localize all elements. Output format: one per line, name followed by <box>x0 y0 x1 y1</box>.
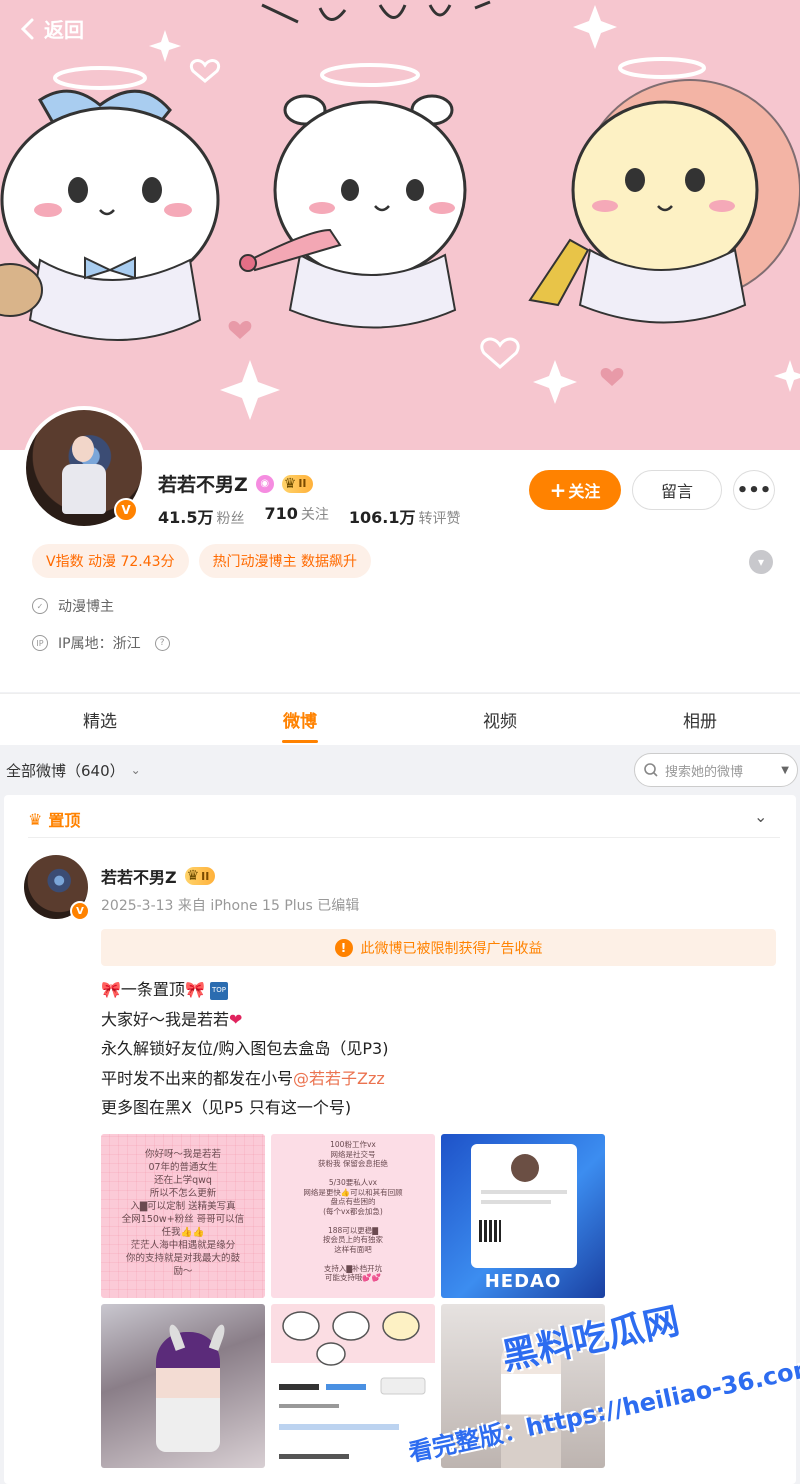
crown-icon: ♛ <box>186 868 200 884</box>
tab-albums[interactable]: 相册 <box>600 694 800 745</box>
image-1-text: 你好呀～我是若若 07年的普通女生 还在上学qwq 所以不怎么更新 入▇可以定制… <box>121 1149 245 1277</box>
category-line: ✓ 动漫博主 <box>32 596 114 616</box>
post-filter-dropdown[interactable]: 全部微博（640） ⌄ <box>6 760 141 781</box>
stat-likes: 106.1万 转评赞 <box>348 508 461 527</box>
vip-badge[interactable]: ♛ II <box>281 474 313 493</box>
profile-name-row: 若若不男Z ◉ ♛ II <box>158 470 313 497</box>
tag-hot-blogger[interactable]: 热门动漫博主 数据飙升 <box>198 544 372 578</box>
post-line-3: 永久解锁好友位/购入图包去盒岛（见P3) <box>101 1039 389 1058</box>
post-line-1: 🎀一条置顶🎀 TOP <box>101 980 228 1000</box>
tab-weibo[interactable]: 微博 <box>200 694 400 745</box>
follow-button[interactable]: + 关注 <box>529 470 621 510</box>
bow-icon: 🎀 <box>101 980 121 999</box>
warning-text: 此微博已被限制获得广告收益 <box>360 940 543 957</box>
tab-featured[interactable]: 精选 <box>0 694 200 745</box>
bow-icon: 🎀 <box>184 980 205 999</box>
profile-name: 若若不男Z <box>158 474 248 496</box>
vip-badge[interactable]: ♛ II <box>184 867 216 885</box>
post-line-5: 更多图在黑X（见P5 只有这一个号) <box>101 1098 352 1117</box>
vip-level: II <box>201 869 210 883</box>
profile-card: V 若若不男Z ◉ ♛ II 41.5万 粉丝 710 关注 106.1万 转评赞 +… <box>0 406 800 692</box>
pinned-label: 置顶 <box>48 811 81 830</box>
post-image-1[interactable]: 你好呀～我是若若 07年的普通女生 还在上学qwq 所以不怎么更新 入▇可以定制… <box>101 1134 265 1298</box>
id-card-graphic <box>471 1144 577 1268</box>
profile-banner: 返回 <box>0 0 800 450</box>
post-image-2[interactable]: 100粉工作vx 网络是社交号 获粉我 保留会息拒绝 5/30要私人vx 网络是… <box>271 1134 435 1298</box>
post-menu-chevron-icon[interactable]: ⌄ <box>754 807 767 826</box>
post-line-4: 平时发不出来的都发在小号@若若子Zzz <box>101 1068 385 1088</box>
caret-down-icon[interactable]: ▼ <box>781 765 789 776</box>
post-text: 🎀一条置顶🎀 TOP 大家好～我是若若❤ 永久解锁好友位/购入图包去盒岛（见P3… <box>101 975 771 1123</box>
warning-icon: ! <box>334 938 353 957</box>
chevron-left-icon <box>20 18 34 39</box>
profile-avatar[interactable]: V <box>22 406 146 530</box>
shield-icon: ✓ <box>32 598 48 614</box>
post-line-2: 大家好～我是若若❤ <box>101 1009 243 1029</box>
help-icon[interactable]: ? <box>154 635 170 651</box>
post-image-4[interactable] <box>101 1304 265 1468</box>
message-label: 留言 <box>660 482 693 501</box>
divider <box>28 837 780 838</box>
back-button[interactable]: 返回 <box>18 14 84 43</box>
ip-location-line: IP IP属地：浙江 ? <box>32 633 170 653</box>
image-2-text: 100粉工作vx 网络是社交号 获粉我 保留会息拒绝 5/30要私人vx 网络是… <box>303 1140 403 1282</box>
post-filter-label: 全部微博（640） <box>6 761 125 780</box>
vip-level: II <box>298 477 307 490</box>
search-icon <box>644 763 658 777</box>
ip-location-text: IP属地：浙江 <box>58 636 141 652</box>
profile-stats: 41.5万 粉丝 710 关注 106.1万 转评赞 <box>158 504 461 528</box>
ad-restriction-notice: ! 此微博已被限制获得广告收益 <box>101 929 776 966</box>
mention-link[interactable]: @若若子Zzz <box>293 1069 385 1088</box>
profile-tabs: 精选 微博 视频 相册 <box>0 693 800 745</box>
banner-illustration <box>0 0 800 450</box>
post-meta: 2025-3-13 来自 iPhone 15 Plus 已编辑 <box>101 898 360 914</box>
category-text: 动漫博主 <box>58 599 114 615</box>
verified-v-icon: V <box>70 901 90 921</box>
back-label: 返回 <box>44 18 84 42</box>
super-topic-icon[interactable]: ◉ <box>255 474 274 493</box>
chevron-down-icon: ⌄ <box>130 763 141 777</box>
top-icon: TOP <box>209 981 228 1000</box>
post-author-name[interactable]: 若若不男Z <box>101 864 177 888</box>
tag-v-index[interactable]: V指数 动漫 72.43分 <box>32 544 189 578</box>
more-options-button[interactable]: ••• <box>733 470 775 510</box>
post-search-input[interactable]: 搜索她的微博 ▼ <box>634 753 798 787</box>
filter-bar: 全部微博（640） ⌄ 搜索她的微博 ▼ <box>0 745 800 795</box>
post-author-row: 若若不男Z ♛ II <box>101 864 216 888</box>
pinned-header: ♛ 置顶 <box>28 807 80 831</box>
stat-followers[interactable]: 41.5万 粉丝 <box>158 504 244 528</box>
tab-videos[interactable]: 视频 <box>400 694 600 745</box>
plus-icon: + <box>549 478 567 502</box>
expand-profile-button[interactable]: ▾ <box>749 550 773 574</box>
crown-icon: ♛ <box>283 475 297 492</box>
heart-icon: ❤ <box>229 1009 243 1029</box>
post-image-3[interactable]: HEDAO <box>441 1134 605 1298</box>
hedao-brand: HEDAO <box>484 1271 562 1292</box>
follow-label: 关注 <box>568 482 601 501</box>
chevron-down-icon: ▾ <box>757 555 765 569</box>
verified-v-icon: V <box>114 498 138 522</box>
profile-tags: V指数 动漫 72.43分 热门动漫博主 数据飙升 <box>32 544 372 578</box>
search-placeholder: 搜索她的微博 <box>665 764 744 780</box>
stat-following[interactable]: 710 关注 <box>264 504 328 528</box>
crown-icon: ♛ <box>28 809 43 829</box>
message-button[interactable]: 留言 <box>632 470 722 510</box>
ip-icon: IP <box>32 635 48 651</box>
more-dots-icon: ••• <box>736 479 772 501</box>
